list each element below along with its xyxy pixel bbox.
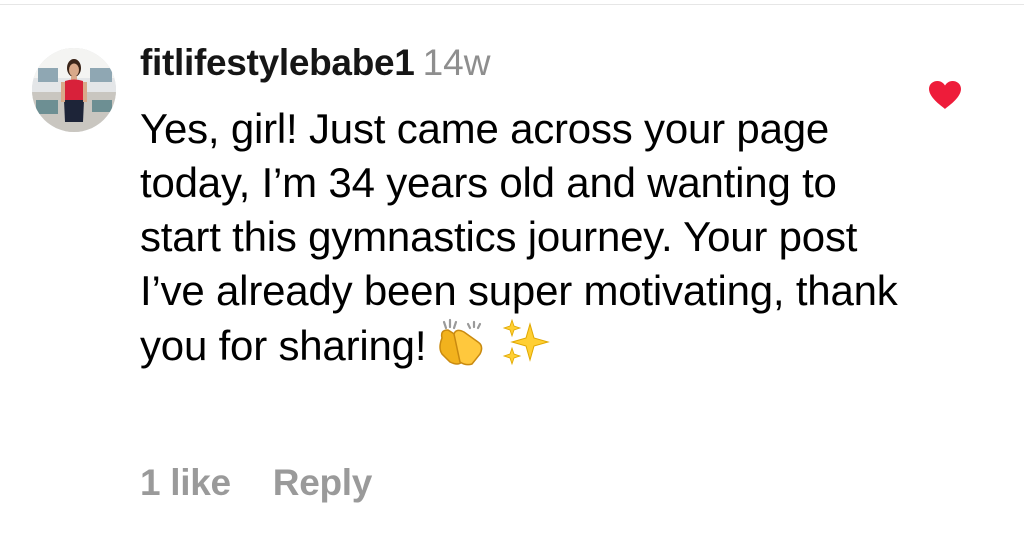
username[interactable]: fitlifestylebabe1 <box>140 42 415 83</box>
likes-count[interactable]: 1 like <box>140 462 231 503</box>
reply-button[interactable]: Reply <box>273 462 373 503</box>
avatar[interactable] <box>32 48 116 132</box>
comment: fitlifestylebabe1 14w Yes, girl! Just cam… <box>0 0 1024 534</box>
clapping-hands-emoji <box>434 318 492 379</box>
like-button[interactable] <box>928 80 962 110</box>
comment-body: fitlifestylebabe1 14w Yes, girl! Just cam… <box>140 42 900 379</box>
heart-icon <box>929 81 961 109</box>
comment-actions: 1 like Reply <box>140 462 372 504</box>
comment-text: Yes, girl! Just came across your page to… <box>140 102 900 379</box>
timestamp: 14w <box>422 42 491 83</box>
avatar-photo <box>32 48 116 132</box>
sparkles-emoji <box>500 318 552 379</box>
comment-header: fitlifestylebabe1 14w <box>140 42 900 102</box>
